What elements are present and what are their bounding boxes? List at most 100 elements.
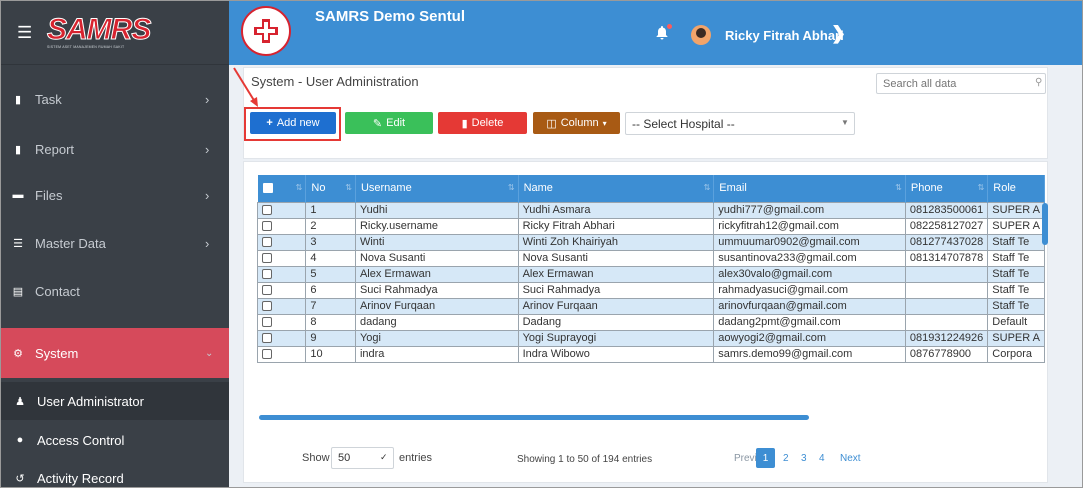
column-header[interactable]: Username ⇅	[355, 175, 519, 202]
row-checkbox[interactable]	[257, 201, 307, 219]
samrs-logo[interactable]: SAMRS SISTEM ASET MANAJEMEN RUMAH SAKIT	[46, 13, 151, 50]
table-cell: Default	[987, 313, 1045, 331]
folder-icon: ▬	[12, 189, 24, 201]
table-row[interactable]: 6 Suci Rahmadya Suci Rahmadya rahmadyasuci@…	[257, 281, 1045, 299]
sidebar-item-label: Access Control	[37, 432, 125, 448]
pagination-page[interactable]: 2	[783, 448, 789, 468]
table-cell: Alex Ermawan	[354, 265, 519, 283]
row-checkbox[interactable]	[257, 313, 307, 331]
table-cell	[904, 297, 989, 315]
caret-down-icon: ▾	[602, 118, 607, 128]
table-row[interactable]: 1 Yudhi Yudhi Asmara yudhi777@gmail.com 0812…	[257, 201, 1045, 219]
sidebar-item-activity-record[interactable]: ↺ Activity Record	[1, 461, 229, 487]
row-checkbox[interactable]	[257, 345, 307, 363]
table-row[interactable]: 8 dadang Dadang dadang2pmt@gmail.com Default	[257, 313, 1045, 331]
show-label: Show	[302, 452, 330, 464]
table-cell: Nova Susanti	[354, 249, 519, 267]
toggle-icon: ●	[16, 434, 24, 446]
table-cell	[904, 281, 989, 299]
table-cell: Yudhi	[354, 201, 519, 219]
pagination-page[interactable]: 4	[819, 448, 825, 468]
table-cell: SUPER A	[987, 217, 1045, 235]
table-cell: Nova Susanti	[517, 249, 715, 267]
sidebar-item-user-administrator[interactable]: ♟ User Administrator	[1, 382, 229, 420]
chevron-right-icon: ›	[205, 187, 210, 203]
hospital-select[interactable]: -- Select Hospital --	[625, 112, 855, 135]
table-cell: Ricky.username	[354, 217, 519, 235]
table-row[interactable]: 10 indra Indra Wibowo samrs.demo99@gmail.co…	[257, 345, 1045, 363]
columns-icon: ◫	[546, 117, 557, 130]
horizontal-scrollbar[interactable]	[259, 415, 809, 420]
column-header[interactable]: No ⇅	[305, 175, 356, 202]
sidebar-item-system[interactable]: ⚙ System ⌄	[1, 328, 229, 378]
logo-subtitle: SISTEM ASET MANAJEMEN RUMAH SAKIT	[47, 45, 125, 50]
cogs-icon: ⚙	[13, 347, 23, 360]
column-header[interactable]: Name ⇅	[518, 175, 715, 202]
search-icon[interactable]: ⚲	[1035, 77, 1042, 88]
table-row[interactable]: 4 Nova Susanti Nova Susanti susantinova233@…	[257, 249, 1045, 267]
select-all-checkbox[interactable]: ⇅	[257, 175, 307, 202]
annotation-arrow-icon	[233, 67, 258, 107]
table-cell: susantinova233@gmail.com	[713, 249, 906, 267]
row-checkbox[interactable]	[257, 265, 307, 283]
pagination-next[interactable]: Next	[840, 448, 861, 468]
table-cell: Suci Rahmadya	[517, 281, 715, 299]
edit-icon: ✎	[372, 117, 383, 130]
column-header[interactable]: Phone ⇅	[905, 175, 989, 202]
column-header[interactable]: Role	[987, 175, 1045, 202]
row-checkbox[interactable]	[257, 329, 307, 347]
app-title: SAMRS Demo Sentul	[315, 8, 466, 25]
pagination-page[interactable]: 3	[801, 448, 807, 468]
row-checkbox[interactable]	[257, 233, 307, 251]
delete-label: Delete	[471, 117, 504, 129]
chevron-right-icon: ›	[205, 91, 210, 107]
pagination-page[interactable]: 1	[756, 448, 775, 468]
hamburger-menu-icon[interactable]: ☰	[17, 23, 39, 43]
trash-icon: ▮	[461, 117, 468, 130]
column-header[interactable]: Email ⇅	[713, 175, 906, 202]
table-row[interactable]: 3 Winti Winti Zoh Khairiyah ummuumar0902@gm…	[257, 233, 1045, 251]
sidebar-item-task[interactable]: ▮ Task ›	[1, 71, 229, 127]
row-checkbox[interactable]	[257, 297, 307, 315]
row-checkbox[interactable]	[257, 281, 307, 299]
table-cell: dadang	[354, 313, 519, 331]
table-cell: Ricky Fitrah Abhari	[517, 217, 715, 235]
chevron-down-icon: ✓	[380, 452, 388, 462]
table-cell: Yogi	[354, 329, 519, 347]
table-cell: Winti Zoh Khairiyah	[517, 233, 715, 251]
table-row[interactable]: 9 Yogi Yogi Suprayogi aowyogi2@gmail.com 081…	[257, 329, 1045, 347]
table-cell: Dadang	[517, 313, 715, 331]
table-cell: SUPER A	[987, 329, 1045, 347]
notification-bell-icon[interactable]	[656, 26, 668, 43]
column-button[interactable]: ◫ Column ▾	[533, 112, 620, 134]
table-cell	[904, 265, 989, 283]
table-cell: Staff Te	[987, 249, 1045, 267]
table-cell: 10	[305, 345, 356, 363]
delete-button[interactable]: ▮ Delete	[438, 112, 527, 134]
table-cell: 081283500061	[904, 201, 989, 219]
chevron-right-icon: ›	[205, 235, 210, 251]
edit-button[interactable]: ✎ Edit	[345, 112, 433, 134]
table-cell: Arinov Furqaan	[354, 297, 519, 315]
search-input[interactable]	[876, 73, 1046, 94]
page-title: System - User Administration	[251, 74, 419, 89]
avatar[interactable]	[691, 25, 711, 45]
table-cell: Suci Rahmadya	[354, 281, 519, 299]
chevron-down-icon: ⌄	[205, 347, 214, 359]
table-row[interactable]: 2 Ricky.username Ricky Fitrah Abhari rickyf…	[257, 217, 1045, 235]
row-checkbox[interactable]	[257, 249, 307, 267]
table-row[interactable]: 5 Alex Ermawan Alex Ermawan alex30valo@gmai…	[257, 265, 1045, 283]
sidebar-item-access-control[interactable]: ● Access Control	[1, 423, 229, 457]
logo-text: SAMRS	[46, 13, 151, 47]
table-cell: rahmadyasuci@gmail.com	[713, 281, 906, 299]
table-cell: 081277437028	[904, 233, 989, 251]
row-checkbox[interactable]	[257, 217, 307, 235]
table-row[interactable]: 7 Arinov Furqaan Arinov Furqaan arinovfurqa…	[257, 297, 1045, 315]
user-name[interactable]: Ricky Fitrah Abhari	[725, 28, 844, 43]
brand-bar: ☰ SAMRS SISTEM ASET MANAJEMEN RUMAH SAKI…	[1, 1, 229, 65]
vertical-scrollbar[interactable]	[1042, 203, 1048, 245]
sidebar-item-label: Master Data	[35, 235, 106, 251]
chevron-right-icon[interactable]: ❯	[831, 23, 846, 44]
users-icon: ♟	[15, 395, 25, 408]
sidebar-item-contact[interactable]: ▤ Contact	[1, 263, 229, 319]
